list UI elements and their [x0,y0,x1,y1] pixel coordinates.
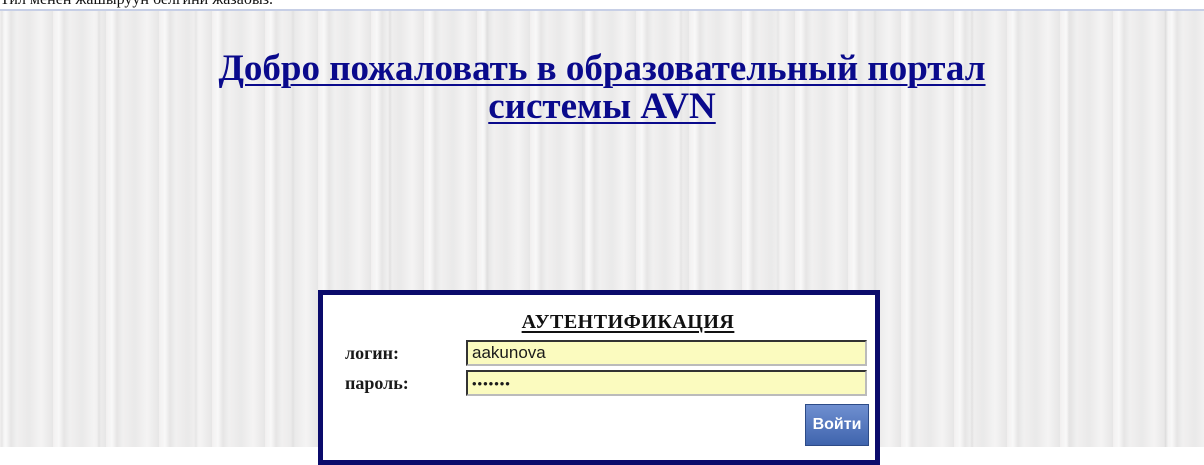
top-caption: Тил менен жашыруун белгини жазабыз. [0,0,1204,9]
welcome-title-line-1: Добро пожаловать в образовательный порта… [218,48,986,89]
portal-page: Добро пожаловать в образовательный порта… [0,9,1204,465]
authentication-form: АУТЕНТИФИКАЦИЯ логин: пароль: Войти [318,290,880,465]
password-label: пароль: [345,373,409,393]
password-input[interactable] [466,370,867,396]
auth-title: АУТЕНТИФИКАЦИЯ [521,311,735,333]
login-button[interactable]: Войти [805,404,869,446]
welcome-title: Добро пожаловать в образовательный порта… [0,50,1204,126]
welcome-title-line-2: системы AVN [488,86,716,127]
login-input[interactable] [466,340,867,366]
login-label: логин: [345,343,400,363]
